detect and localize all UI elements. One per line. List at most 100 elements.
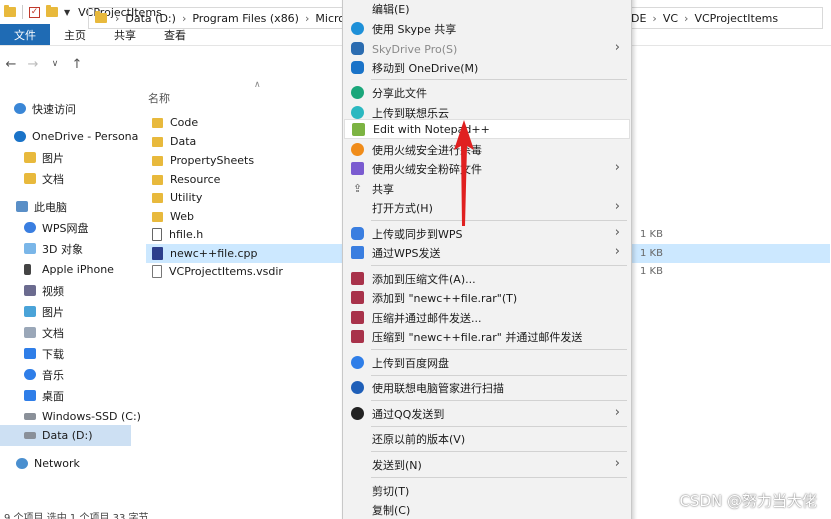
menu-item-label: 移动到 OneDrive(M)	[372, 62, 479, 75]
sidebar-item-documents-pc[interactable]: 文档	[24, 322, 155, 343]
folder-icon	[152, 117, 163, 128]
sidebar-item-this-pc[interactable]: 此电脑	[16, 196, 147, 217]
sidebar-item-pictures-pc[interactable]: 图片	[24, 301, 155, 322]
cloud-icon	[351, 42, 364, 55]
menu-item-open-with[interactable]: 打开方式(H) ›	[344, 198, 630, 218]
menu-item-huorong-shred[interactable]: 使用火绒安全粉碎文件 ›	[344, 159, 630, 179]
menu-item-send-to[interactable]: 发送到(N) ›	[344, 455, 630, 475]
folder-icon	[152, 211, 163, 222]
menu-item-label: 压缩并通过邮件发送...	[372, 312, 482, 325]
sidebar-item-network[interactable]: Network	[16, 453, 147, 474]
sort-chevron-icon[interactable]: ∧	[254, 80, 261, 90]
sidebar-item-label: Data (D:)	[42, 429, 93, 442]
menu-item-cut[interactable]: 剪切(T)	[344, 481, 630, 501]
menu-item-edit[interactable]: 编辑(E)	[344, 0, 630, 19]
folder-icon	[95, 11, 107, 23]
submenu-chevron-icon: ›	[614, 244, 620, 259]
properties-check-icon[interactable]: ✓	[29, 6, 40, 18]
menu-item-wps-sync[interactable]: 上传或同步到WPS ›	[344, 224, 630, 244]
list-item[interactable]: Data	[146, 132, 342, 151]
menu-item-edit-notepadpp[interactable]: Edit with Notepad++	[344, 119, 630, 139]
folder-icon	[152, 155, 163, 166]
submenu-chevron-icon: ›	[614, 199, 620, 214]
sidebar-item-pictures[interactable]: 图片	[24, 147, 155, 168]
sidebar-item-wps-drive[interactable]: WPS网盘	[24, 217, 155, 238]
menu-item-skydrive-pro[interactable]: SkyDrive Pro(S) ›	[344, 39, 630, 59]
new-folder-icon[interactable]	[46, 5, 58, 17]
sidebar-item-downloads[interactable]: 下载	[24, 343, 155, 364]
tab-file[interactable]: 文件	[0, 24, 50, 45]
menu-item-label: 打开方式(H)	[372, 202, 433, 215]
menu-item-huorong-scan[interactable]: 使用火绒安全进行杀毒	[344, 140, 630, 160]
menu-item-share-file[interactable]: 分享此文件	[344, 83, 630, 103]
skype-icon	[351, 22, 364, 35]
menu-divider	[371, 426, 627, 427]
winrar-icon	[351, 311, 364, 324]
sidebar-item-apple-iphone[interactable]: Apple iPhone	[24, 259, 155, 280]
menu-divider	[371, 375, 627, 376]
sidebar-item-desktop[interactable]: 桌面	[24, 385, 155, 406]
menu-item-add-to-archive[interactable]: 添加到压缩文件(A)...	[344, 269, 630, 289]
menu-divider	[371, 477, 627, 478]
header-file-icon	[152, 228, 162, 241]
menu-item-lenovo-scan[interactable]: 使用联想电脑管家进行扫描	[344, 378, 630, 398]
sidebar-item-data-drive[interactable]: Data (D:)	[0, 425, 131, 446]
back-arrow-icon[interactable]: ←	[0, 57, 22, 72]
sidebar-item-label: OneDrive - Persona	[32, 130, 139, 143]
sidebar-item-quick-access[interactable]: 快速访问	[14, 98, 145, 119]
column-header-name[interactable]: 名称	[148, 90, 170, 106]
list-item[interactable]: VCProjectItems.vsdir	[146, 262, 342, 281]
menu-item-compress-rar-email[interactable]: 压缩到 "newc++file.rar" 并通过邮件发送	[344, 327, 630, 347]
cloud-icon	[14, 131, 26, 142]
cpp-file-icon	[152, 247, 163, 260]
list-item[interactable]: Resource	[146, 170, 342, 189]
sidebar-item-videos[interactable]: 视频	[24, 280, 155, 301]
menu-item-move-to-onedrive[interactable]: 移动到 OneDrive(M)	[344, 58, 630, 78]
menu-divider	[371, 451, 627, 452]
menu-item-add-to-rar[interactable]: 添加到 "newc++file.rar"(T)	[344, 288, 630, 308]
list-item[interactable]: Code	[146, 113, 342, 132]
breadcrumb-ide[interactable]: DE	[631, 12, 646, 25]
menu-item-compress-email[interactable]: 压缩并通过邮件发送...	[344, 308, 630, 328]
menu-item-baidu-upload[interactable]: 上传到百度网盘	[344, 353, 630, 373]
recent-chevron-icon[interactable]: ∨	[44, 59, 66, 69]
sidebar-item-label: Windows-SSD (C:)	[42, 410, 141, 423]
list-item[interactable]: PropertySheets	[146, 151, 342, 170]
sidebar-item-documents[interactable]: 文档	[24, 168, 155, 189]
flame-icon	[351, 143, 364, 156]
sidebar-item-label: WPS网盘	[42, 221, 89, 235]
breadcrumb-program-files[interactable]: Program Files (x86)	[192, 12, 299, 25]
sidebar-item-windows-ssd[interactable]: Windows-SSD (C:)	[24, 406, 155, 427]
list-item[interactable]: Web	[146, 207, 342, 226]
sidebar-item-label: 3D 对象	[42, 242, 83, 256]
up-arrow-icon[interactable]: ↑	[66, 57, 88, 72]
sidebar-item-onedrive[interactable]: OneDrive - Persona	[14, 126, 145, 147]
menu-item-qq-send[interactable]: 通过QQ发送到 ›	[344, 404, 630, 424]
menu-item-copy[interactable]: 复制(C)	[344, 500, 630, 519]
menu-item-wps-send[interactable]: 通过WPS发送 ›	[344, 243, 630, 263]
list-item[interactable]: Utility	[146, 188, 342, 207]
breadcrumb-vc[interactable]: VC	[663, 12, 678, 25]
menu-item-label: 压缩到 "newc++file.rar" 并通过邮件发送	[372, 331, 583, 344]
menu-item-restore-versions[interactable]: 还原以前的版本(V)	[344, 429, 630, 449]
menu-item-skype-share[interactable]: 使用 Skype 共享	[344, 19, 630, 39]
file-name: Data	[170, 135, 197, 148]
breadcrumb-vcprojectitems[interactable]: VCProjectItems	[694, 12, 778, 25]
menu-item-share[interactable]: ⇪ 共享	[344, 179, 630, 199]
sidebar-item-label: 下载	[42, 347, 64, 361]
menu-item-label: 上传或同步到WPS	[372, 228, 463, 241]
red-annotation-arrow-icon	[454, 120, 474, 226]
menu-item-label: 剪切(T)	[372, 485, 410, 498]
customize-toolbar-arrow-icon[interactable]: ▼	[64, 8, 70, 17]
qq-penguin-icon	[351, 407, 364, 420]
list-item[interactable]: hfile.h	[146, 225, 342, 244]
forward-arrow-icon[interactable]: →	[22, 57, 44, 72]
breadcrumb-data-drive[interactable]: Data (D:)	[125, 12, 176, 25]
list-item-selected[interactable]: newc++file.cpp	[146, 244, 342, 263]
sidebar-item-3d-objects[interactable]: 3D 对象	[24, 238, 155, 259]
sidebar-item-music[interactable]: 音乐	[24, 364, 155, 385]
phone-icon	[24, 264, 31, 275]
lenovo-manager-icon	[351, 381, 364, 394]
picture-icon	[24, 306, 36, 317]
folder-icon	[152, 192, 163, 203]
